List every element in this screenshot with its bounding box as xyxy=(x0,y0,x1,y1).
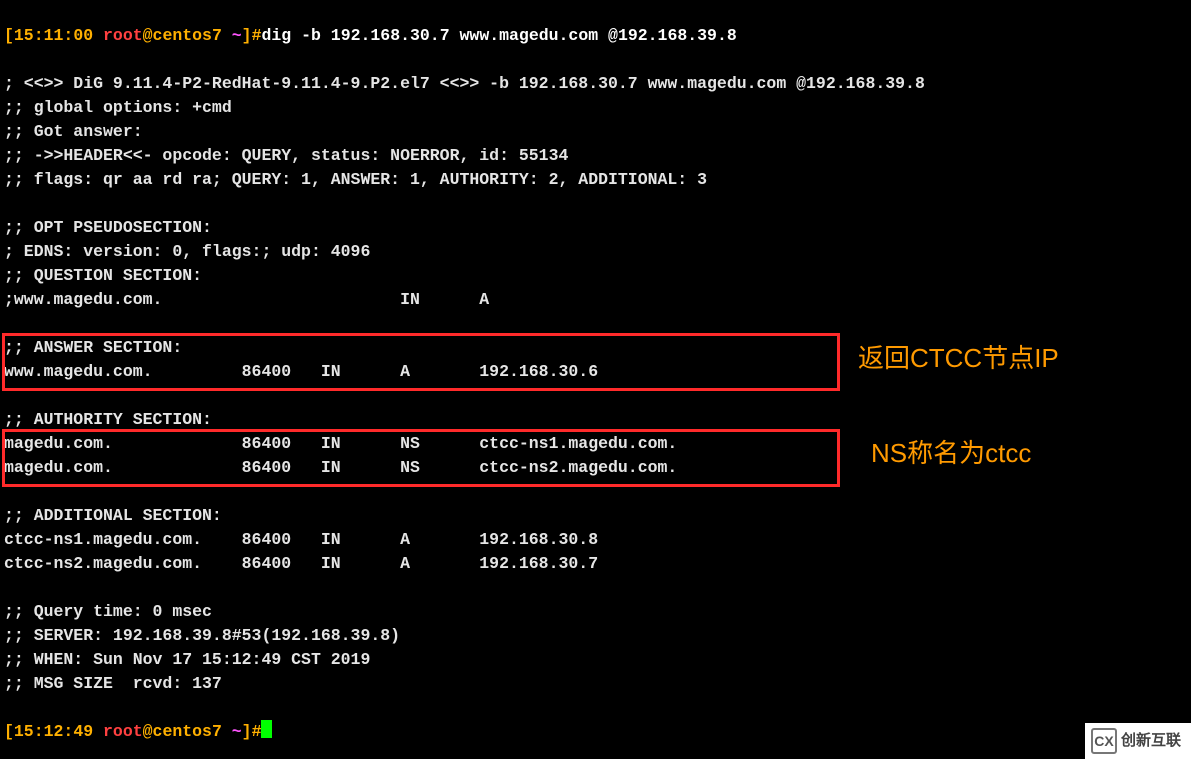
cursor xyxy=(261,720,272,738)
out-line: ;; Got answer: xyxy=(4,122,143,141)
highlight-box-answer xyxy=(2,333,840,391)
out-line: ;; AUTHORITY SECTION: xyxy=(4,410,212,429)
annotation-answer: 返回CTCC节点IP xyxy=(858,346,1059,370)
out-line: ; EDNS: version: 0, flags:; udp: 4096 xyxy=(4,242,370,261)
prompt-line-2: [15:12:49 root@centos7 ~]# xyxy=(4,722,272,741)
out-line: ctcc-ns2.magedu.com. 86400 IN A 192.168.… xyxy=(4,554,598,573)
out-line: ;; OPT PSEUDOSECTION: xyxy=(4,218,212,237)
out-line: ctcc-ns1.magedu.com. 86400 IN A 192.168.… xyxy=(4,530,598,549)
watermark-text: 创新互联 xyxy=(1121,729,1181,753)
out-line: ;; flags: qr aa rd ra; QUERY: 1, ANSWER:… xyxy=(4,170,707,189)
highlight-box-authority xyxy=(2,429,840,487)
out-line: ; <<>> DiG 9.11.4-P2-RedHat-9.11.4-9.P2.… xyxy=(4,74,925,93)
out-line: ;; SERVER: 192.168.39.8#53(192.168.39.8) xyxy=(4,626,400,645)
out-line: ;; Query time: 0 msec xyxy=(4,602,212,621)
annotation-authority: NS称名为ctcc xyxy=(871,441,1031,465)
watermark: CX 创新互联 xyxy=(1085,723,1191,759)
watermark-logo-icon: CX xyxy=(1091,728,1117,754)
out-line: ;; ADDITIONAL SECTION: xyxy=(4,506,222,525)
out-line: ;; ->>HEADER<<- opcode: QUERY, status: N… xyxy=(4,146,568,165)
out-line: ;; global options: +cmd xyxy=(4,98,232,117)
out-line: ;; WHEN: Sun Nov 17 15:12:49 CST 2019 xyxy=(4,650,370,669)
prompt-line-1: [15:11:00 root@centos7 ~]#dig -b 192.168… xyxy=(4,26,737,45)
out-line: ;; MSG SIZE rcvd: 137 xyxy=(4,674,222,693)
out-line: ;www.magedu.com. IN A xyxy=(4,290,489,309)
out-line: ;; QUESTION SECTION: xyxy=(4,266,202,285)
